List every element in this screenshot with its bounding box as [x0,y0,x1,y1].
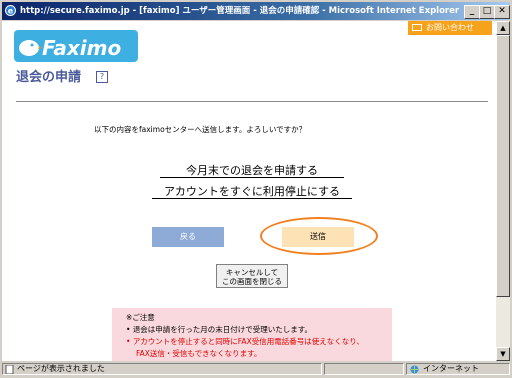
cancel-close-line1: キャンセルして [225,268,279,277]
globe-icon [410,365,419,374]
window-title: http://secure.faximo.jp - [faximo] ユーザー管… [20,6,460,16]
notice-warning-text: アカウントを停止すると同時にFAX受信用電話番号は使えなくなり、 [132,337,364,346]
ie-icon: e [5,5,16,16]
divider [16,101,488,102]
svg-text:e: e [8,7,14,16]
status-text: ページが表示されました [17,364,105,373]
close-window-button[interactable]: ✕ [494,5,510,19]
underline [160,177,344,178]
page-content: Faximo お問い合わせ 退会の申請 ? 以下の内容をfaximoセンターへ送… [2,21,496,361]
notice-item-text: 退会は申請を行った月の末日付けで受理いたします。 [132,325,313,334]
faximo-logo[interactable]: Faximo [14,28,142,64]
status-bar: ページが表示されました インターネット [2,362,510,376]
contact-label: お問い合わせ [426,23,474,32]
contact-button[interactable]: お問い合わせ [408,21,492,35]
cancel-close-button[interactable]: キャンセルして この画面を閉じる [216,264,288,288]
scroll-up-button[interactable]: ▲ [496,21,510,35]
notice-box: ※ご注意 • 退会は申請を行った月の末日付けで受理いたします。 • アカウントを… [112,308,392,361]
envelope-icon [412,24,422,31]
notice-title: ※ご注意 [126,313,155,322]
zone-text: インターネット [423,364,479,373]
logo-text: Faximo [42,36,122,60]
notice-item: • 退会は申請を行った月の末日付けで受理いたします。 [126,325,313,334]
notice-item-warning: • アカウントを停止すると同時にFAX受信用電話番号は使えなくなり、 [126,337,364,346]
option-withdraw-label: 今月末での退会を申請する [186,164,318,177]
back-button[interactable]: 戻る [152,227,224,247]
scroll-thumb[interactable] [496,35,510,297]
underline [152,198,352,199]
maximize-button[interactable]: □ [479,5,495,19]
page-title: 退会の申請 [16,70,82,85]
minimize-button[interactable]: _ [464,5,480,19]
help-icon[interactable]: ? [96,71,108,83]
option-suspend-label: アカウントをすぐに利用停止にする [163,185,341,198]
option-suspend-now: アカウントをすぐに利用停止にする [122,183,382,199]
confirm-message: 以下の内容をfaximoセンターへ送信します。よろしいですか？ [94,125,307,134]
scroll-down-button[interactable]: ▼ [496,347,510,361]
title-bar: e http://secure.faximo.jp - [faximo] ユーザ… [2,2,510,20]
cancel-close-line2: この画面を閉じる [222,277,282,286]
status-text-pane: ページが表示されました [2,363,322,375]
bird-mascot-icon [19,40,41,56]
option-withdraw-month-end: 今月末での退会を申請する [122,162,382,178]
page-icon [5,365,14,374]
status-pane-blank [324,363,404,375]
browser-window: e http://secure.faximo.jp - [faximo] ユーザ… [0,0,512,378]
notice-warning-text-2: FAX送信・受信もできなくなります。 [136,349,262,358]
zone-pane: インターネット [406,363,510,375]
vertical-scrollbar[interactable]: ▲ ▼ [496,21,510,361]
highlight-circle [260,217,378,255]
